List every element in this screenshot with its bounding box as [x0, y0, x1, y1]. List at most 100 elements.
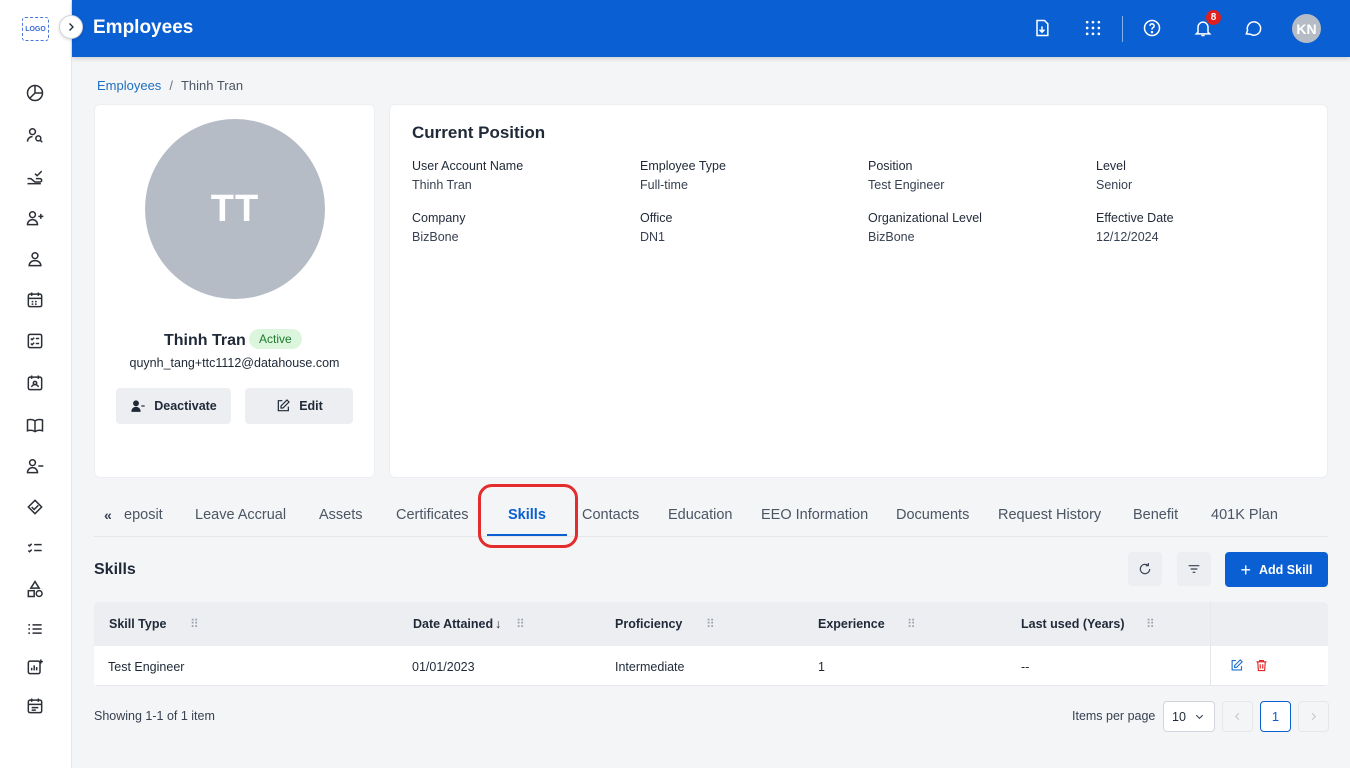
tab-eeo-information[interactable]: EEO Information: [761, 507, 868, 523]
breadcrumb: Employees / Thinh Tran: [97, 78, 243, 93]
user-avatar[interactable]: KN: [1292, 14, 1321, 43]
report-icon[interactable]: [24, 656, 46, 678]
field-value: Full-time: [640, 178, 688, 192]
breadcrumb-separator: /: [169, 78, 173, 93]
remove-user-icon[interactable]: [24, 455, 46, 477]
cell-date-attained: 01/01/2023: [412, 660, 475, 674]
add-skill-button[interactable]: + Add Skill: [1225, 552, 1328, 587]
drag-handle-icon[interactable]: ⠿: [907, 617, 916, 631]
tabs-scroll-left-button[interactable]: «: [104, 507, 112, 523]
book-icon[interactable]: [24, 414, 46, 436]
field-value: Senior: [1096, 178, 1133, 192]
checklist-icon[interactable]: [24, 330, 46, 352]
table-row: Test Engineer 01/01/2023 Intermediate 1 …: [94, 646, 1328, 686]
skills-section-title: Skills: [94, 561, 136, 578]
tab-education[interactable]: Education: [668, 507, 733, 523]
skills-table: Skill Type ⠿ Date Attained ↓ ⠿ Proficien…: [94, 602, 1328, 686]
add-skill-label: Add Skill: [1259, 562, 1313, 577]
status-badge: Active: [249, 329, 302, 349]
filter-icon: [1188, 565, 1200, 573]
page-1-button[interactable]: 1: [1260, 701, 1291, 732]
tab-documents[interactable]: Documents: [896, 507, 969, 523]
tab-assets[interactable]: Assets: [319, 507, 363, 523]
column-header-proficiency[interactable]: Proficiency: [615, 617, 682, 631]
shapes-icon[interactable]: [24, 578, 46, 600]
filter-button[interactable]: [1177, 552, 1211, 586]
table-header: Skill Type ⠿ Date Attained ↓ ⠿ Proficien…: [94, 602, 1328, 646]
handshake-icon[interactable]: [24, 496, 46, 518]
chevron-right-icon: [69, 23, 74, 31]
numbered-list-icon[interactable]: [24, 618, 46, 640]
field-label: Organizational Level: [868, 211, 982, 225]
field-label: Employee Type: [640, 159, 726, 173]
chevron-down-icon: [1195, 714, 1204, 720]
drag-handle-icon[interactable]: ⠿: [1146, 617, 1155, 631]
field-position: Position Test Engineer: [868, 159, 1088, 192]
cell-last-used: --: [1021, 660, 1030, 674]
next-page-button[interactable]: [1298, 701, 1329, 732]
drag-handle-icon[interactable]: ⠿: [516, 617, 525, 631]
cell-proficiency: Intermediate: [615, 660, 685, 674]
plus-icon: +: [1240, 559, 1252, 580]
help-icon[interactable]: [1140, 16, 1164, 40]
chevron-left-icon: [1234, 712, 1240, 721]
edit-button[interactable]: Edit: [245, 388, 353, 424]
field-value: BizBone: [868, 230, 915, 244]
delete-row-icon[interactable]: [1254, 658, 1270, 674]
dashboard-icon[interactable]: [24, 82, 46, 104]
tab-benefit[interactable]: Benefit: [1133, 507, 1178, 523]
field-label: Level: [1096, 159, 1126, 173]
tab-certificates[interactable]: Certificates: [396, 507, 469, 523]
field-employee-type: Employee Type Full-time: [640, 159, 860, 192]
drag-handle-icon[interactable]: ⠿: [190, 617, 199, 631]
column-header-last-used[interactable]: Last used (Years): [1021, 617, 1125, 631]
deactivate-button[interactable]: Deactivate: [116, 388, 231, 424]
prev-page-button[interactable]: [1222, 701, 1253, 732]
tab-direct-deposit[interactable]: eposit: [124, 507, 163, 523]
deactivate-label: Deactivate: [154, 399, 217, 413]
sort-down-icon[interactable]: ↓: [495, 617, 501, 631]
column-header-experience[interactable]: Experience: [818, 617, 885, 631]
items-per-page-select[interactable]: 10: [1163, 701, 1215, 732]
refresh-button[interactable]: [1128, 552, 1162, 586]
download-icon[interactable]: [1030, 16, 1054, 40]
edit-row-icon[interactable]: [1229, 658, 1245, 674]
header-divider: [1122, 16, 1123, 42]
calendar-icon[interactable]: [24, 289, 46, 311]
column-header-skill-type[interactable]: Skill Type: [109, 617, 166, 631]
remove-user-icon: [131, 400, 145, 412]
field-label: Company: [412, 211, 466, 225]
tab-leave-accrual[interactable]: Leave Accrual: [195, 507, 286, 523]
drag-handle-icon[interactable]: ⠿: [706, 617, 715, 631]
tab-contacts[interactable]: Contacts: [582, 507, 639, 523]
apps-grid-icon[interactable]: [1081, 16, 1105, 40]
current-position-title: Current Position: [412, 123, 546, 142]
breadcrumb-employees-link[interactable]: Employees: [97, 78, 161, 93]
breadcrumb-current: Thinh Tran: [180, 78, 244, 93]
field-label: Office: [640, 211, 673, 225]
column-header-date-attained[interactable]: Date Attained: [413, 617, 493, 631]
field-value: Thinh Tran: [412, 178, 472, 192]
add-user-icon[interactable]: [24, 207, 46, 229]
user-search-icon[interactable]: [24, 124, 46, 146]
hand-check-icon[interactable]: [24, 166, 46, 188]
contact-card-icon[interactable]: [24, 372, 46, 394]
sidebar-expand-button[interactable]: [59, 15, 83, 39]
chat-icon[interactable]: [1241, 16, 1265, 40]
edit-icon: [277, 399, 291, 412]
field-label: Position: [868, 159, 913, 173]
sidebar: LOGO: [0, 0, 72, 768]
field-value: 12/12/2024: [1096, 230, 1159, 244]
field-value: Test Engineer: [868, 178, 945, 192]
task-list-icon[interactable]: [24, 537, 46, 559]
user-icon[interactable]: [24, 248, 46, 270]
skills-tab-highlight: [478, 484, 578, 548]
schedule-icon[interactable]: [24, 695, 46, 717]
top-header: Employees 8 KN: [72, 0, 1350, 57]
field-company: Company BizBone: [412, 211, 632, 244]
edit-label: Edit: [299, 399, 323, 413]
tab-401k-plan[interactable]: 401K Plan: [1211, 507, 1278, 523]
field-value: BizBone: [412, 230, 459, 244]
tab-request-history[interactable]: Request History: [998, 507, 1101, 523]
tab-bar: « eposit Leave Accrual Assets Certificat…: [94, 493, 1328, 537]
